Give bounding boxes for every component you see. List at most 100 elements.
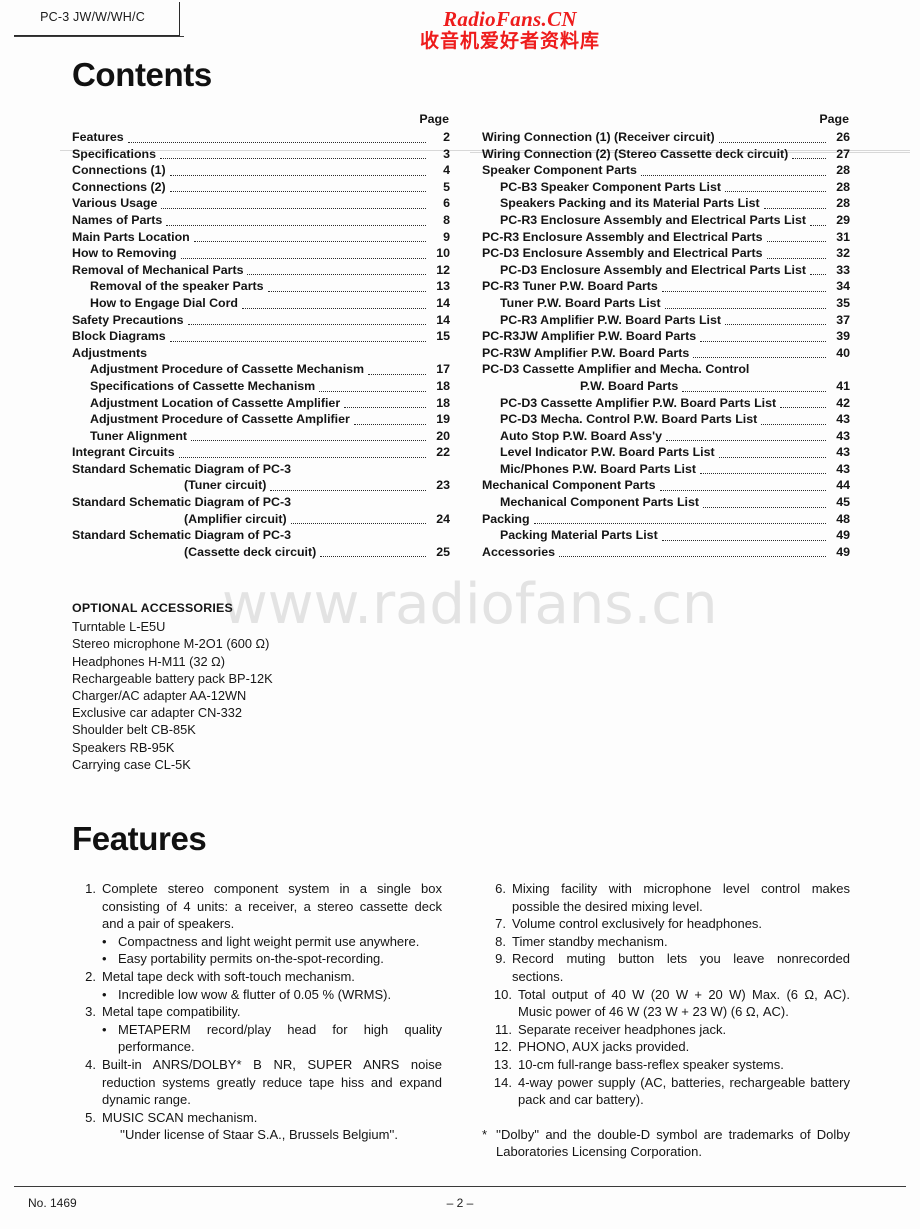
toc-entry[interactable]: PC-R3JW Amplifier P.W. Board Parts 39: [482, 328, 850, 345]
toc-entry-label: PC-R3W Amplifier P.W. Board Parts: [482, 345, 690, 360]
toc-entry[interactable]: Accessories 49: [482, 544, 850, 561]
toc-entry-label: PC-D3 Cassette Amplifier and Mecha. Cont…: [482, 362, 750, 377]
toc-leader-dots: [161, 207, 426, 209]
watermark-radiofans: RadioFans.CN 收音机爱好者资料库: [360, 8, 660, 54]
toc-entry-page-number: 44: [836, 478, 850, 493]
toc-entry[interactable]: Adjustments: [72, 345, 450, 362]
toc-entry[interactable]: Block Diagrams 15: [72, 328, 450, 345]
optional-accessory-item: Charger/AC adapter AA-12WN: [72, 688, 247, 704]
toc-entry[interactable]: PC-R3 Enclosure Assembly and Electrical …: [482, 212, 850, 229]
toc-entry-label: How to Engage Dial Cord: [90, 295, 239, 310]
toc-entry-page-number: 4: [443, 163, 450, 178]
toc-leader-dots: [187, 324, 426, 326]
toc-entry[interactable]: PC-D3 Enclosure Assembly and Electrical …: [482, 245, 850, 262]
toc-entry[interactable]: Integrant Circuits 22: [72, 444, 450, 461]
toc-entry-label: Connections (1): [72, 163, 166, 178]
feature-item-text: Metal tape compatibility.: [102, 1004, 241, 1020]
toc-entry-page-number: 15: [436, 329, 450, 344]
toc-entry[interactable]: Packing Material Parts List 49: [482, 527, 850, 544]
toc-entry[interactable]: Speakers Packing and its Material Parts …: [482, 195, 850, 212]
toc-entry[interactable]: Specifications 3: [72, 146, 450, 163]
toc-entry[interactable]: Packing 48: [482, 511, 850, 528]
toc-leader-dots: [166, 224, 426, 226]
toc-entry[interactable]: Adjustment Procedure of Cassette Amplifi…: [72, 411, 450, 428]
toc-leader-dots: [127, 141, 426, 143]
toc-entry[interactable]: PC-R3 Tuner P.W. Board Parts 34: [482, 278, 850, 295]
toc-entry-page-number: 18: [436, 378, 450, 393]
toc-entry[interactable]: Main Parts Location 9: [72, 229, 450, 246]
optional-accessories-section: OPTIONAL ACCESSORIES Turntable L-E5U Ster…: [72, 600, 402, 773]
toc-entry[interactable]: How to Removing 10: [72, 245, 450, 262]
toc-entry-page-number: 2: [443, 130, 450, 144]
feature-list-item: 4. Built-in ANRS/DOLBY* B NR, SUPER ANRS …: [72, 1056, 442, 1109]
toc-entry[interactable]: Features 2: [72, 129, 450, 146]
feature-sub-item-text: Incredible low wow & flutter of 0.05 % (…: [118, 986, 392, 1002]
toc-entry-page-number: 43: [836, 428, 850, 443]
toc-entry[interactable]: Mechanical Component Parts 44: [482, 477, 850, 494]
optional-accessory-item: Rechargeable battery pack BP-12K: [72, 670, 273, 686]
toc-leader-dots: [766, 257, 826, 259]
toc-entry[interactable]: Level Indicator P.W. Board Parts List 43: [482, 444, 850, 461]
toc-page-header-right: Page: [819, 112, 849, 126]
toc-entry-label: Speaker Component Parts: [482, 163, 637, 178]
toc-entry[interactable]: Various Usage 6: [72, 195, 450, 212]
feature-sub-item-text: METAPERM record/play head for high quali…: [118, 1021, 442, 1055]
toc-entry[interactable]: PC-B3 Speaker Component Parts List 28: [482, 179, 850, 196]
toc-leader-dots: [766, 241, 826, 243]
toc-entry[interactable]: PC-R3 Enclosure Assembly and Electrical …: [482, 229, 850, 246]
toc-entry-page-number: 48: [836, 511, 850, 526]
toc-entry[interactable]: PC-D3 Cassette Amplifier and Mecha. Cont…: [482, 361, 850, 378]
toc-leader-dots: [718, 141, 826, 143]
toc-entry[interactable]: PC-D3 Mecha. Control P.W. Board Parts Li…: [482, 411, 850, 428]
contents-heading: Contents: [72, 56, 212, 93]
toc-left-column: Page Features 2 Specifications 3 Connections…: [72, 112, 450, 560]
toc-entry-label: Integrant Circuits: [72, 445, 175, 460]
toc-entry[interactable]: Wiring Connection (2) (Stereo Cassette d…: [482, 146, 850, 163]
toc-entry[interactable]: (Tuner circuit) 23: [72, 477, 450, 494]
toc-entry-page-number: 6: [443, 196, 450, 211]
toc-entry-page-number: 12: [436, 262, 450, 277]
toc-entry[interactable]: PC-D3 Enclosure Assembly and Electrical …: [482, 262, 850, 279]
toc-entry[interactable]: Names of Parts 8: [72, 212, 450, 229]
toc-entry[interactable]: Safety Precautions 14: [72, 312, 450, 329]
toc-leader-dots: [270, 490, 426, 492]
toc-leader-dots: [640, 174, 826, 176]
toc-entry[interactable]: Speaker Component Parts 28: [482, 162, 850, 179]
toc-entry[interactable]: Connections (1) 4: [72, 162, 450, 179]
toc-entry[interactable]: How to Engage Dial Cord 14: [72, 295, 450, 312]
footer-page-number: – 2 –: [446, 1196, 474, 1210]
toc-entry[interactable]: PC-D3 Cassette Amplifier P.W. Board Part…: [482, 395, 850, 412]
toc-entry[interactable]: Standard Schematic Diagram of PC-3: [72, 494, 450, 511]
toc-entry-page-number: 28: [836, 179, 850, 194]
toc-entry-label: PC-D3 Mecha. Control P.W. Board Parts Li…: [500, 412, 758, 427]
feature-item-text: MUSIC SCAN mechanism.: [102, 1109, 258, 1125]
feature-item-text: PHONO, AUX jacks provided.: [518, 1039, 690, 1055]
toc-entry[interactable]: PC-R3W Amplifier P.W. Board Parts 40: [482, 345, 850, 362]
toc-entry[interactable]: Standard Schematic Diagram of PC-3: [72, 461, 450, 478]
toc-entry[interactable]: Tuner Alignment 20: [72, 428, 450, 445]
toc-entry[interactable]: Removal of Mechanical Parts 12: [72, 262, 450, 279]
feature-item-text: Separate receiver headphones jack.: [518, 1021, 727, 1037]
toc-leader-dots: [661, 539, 826, 541]
feature-list-item: 3. Metal tape compatibility.: [72, 1003, 442, 1021]
toc-entry[interactable]: P.W. Board Parts 41: [482, 378, 850, 395]
toc-entry[interactable]: Adjustment Procedure of Cassette Mechani…: [72, 361, 450, 378]
toc-entry[interactable]: Tuner P.W. Board Parts List 35: [482, 295, 850, 312]
toc-entry-label: Adjustment Procedure of Cassette Amplifi…: [90, 412, 350, 427]
toc-entry[interactable]: Specifications of Cassette Mechanism 18: [72, 378, 450, 395]
toc-entry-label: Specifications: [72, 146, 157, 161]
toc-entry[interactable]: (Cassette deck circuit) 25: [72, 544, 450, 561]
toc-entry[interactable]: Wiring Connection (1) (Receiver circuit)…: [482, 129, 850, 146]
toc-entry[interactable]: PC-R3 Amplifier P.W. Board Parts List 37: [482, 312, 850, 329]
toc-entry[interactable]: Connections (2) 5: [72, 179, 450, 196]
toc-entry[interactable]: Adjustment Location of Cassette Amplifie…: [72, 395, 450, 412]
toc-entry[interactable]: Mic/Phones P.W. Board Parts List 43: [482, 461, 850, 478]
toc-entry[interactable]: Mechanical Component Parts List 45: [482, 494, 850, 511]
toc-entry[interactable]: Auto Stop P.W. Board Ass'y 43: [482, 428, 850, 445]
toc-entry[interactable]: Standard Schematic Diagram of PC-3: [72, 527, 450, 544]
toc-entry-page-number: 24: [436, 511, 450, 526]
toc-leader-dots: [693, 357, 826, 359]
toc-entry-page-number: 39: [836, 329, 850, 344]
toc-entry[interactable]: (Amplifier circuit) 24: [72, 511, 450, 528]
toc-entry[interactable]: Removal of the speaker Parts 13: [72, 278, 450, 295]
